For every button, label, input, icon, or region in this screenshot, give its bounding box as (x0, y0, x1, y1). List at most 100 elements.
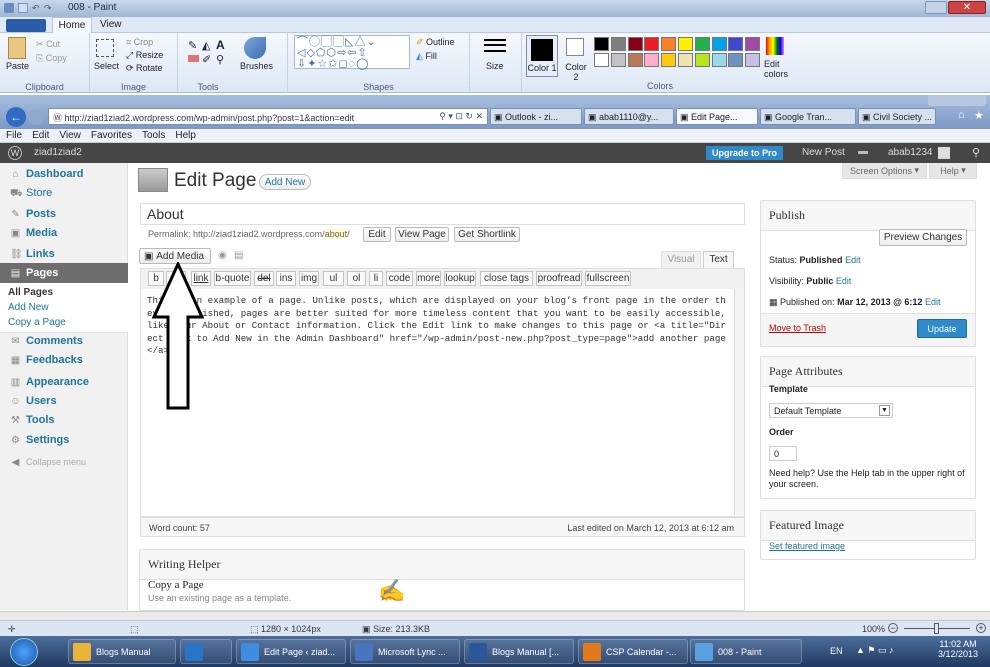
brushes-button[interactable]: Brushes (240, 61, 273, 71)
quicktag-ol[interactable]: ol (347, 271, 366, 286)
sidebar-item-tools[interactable]: ⚒ Tools (0, 411, 128, 429)
crop-button[interactable]: ⌗ Crop (126, 37, 153, 48)
palette-swatch[interactable] (661, 53, 677, 67)
fill-icon[interactable]: ◭ (202, 39, 210, 52)
size-icon[interactable] (484, 39, 506, 41)
palette-swatch[interactable] (610, 53, 626, 67)
template-select[interactable]: Default Template ▼ (769, 403, 893, 418)
redo-icon[interactable]: ↷ (44, 3, 54, 13)
palette-swatch[interactable] (728, 53, 744, 67)
paint-menu-button[interactable] (6, 19, 46, 32)
taskbar-item[interactable]: Blogs Manual [... (464, 639, 574, 664)
text-icon[interactable]: A (216, 38, 225, 52)
palette-swatch[interactable] (745, 53, 761, 67)
submenu-add-new[interactable]: Add New (8, 302, 49, 313)
quicktag-fullscreen[interactable]: fullscreen (585, 271, 631, 286)
palette-swatch[interactable] (694, 53, 710, 67)
color2-button[interactable]: Color 2 (562, 35, 590, 82)
poll-icon[interactable]: ◉ (218, 250, 227, 261)
brushes-icon[interactable] (244, 37, 266, 59)
size-button[interactable]: Size (486, 61, 504, 71)
select-icon[interactable] (96, 39, 114, 57)
status-edit-link[interactable]: Edit (845, 255, 861, 265)
copy-page-title[interactable]: Copy a Page (148, 579, 204, 591)
editor-scrollbar[interactable] (734, 289, 744, 515)
zoom-out-button[interactable]: − (888, 623, 898, 633)
sidebar-item-media[interactable]: ▣ Media (0, 224, 128, 242)
minimize-button[interactable] (925, 1, 947, 14)
get-shortlink-button[interactable]: Get Shortlink (454, 227, 520, 242)
form-icon[interactable]: ▤ (234, 250, 243, 261)
close-button[interactable]: ✕ (948, 1, 986, 14)
edit-colors-button[interactable]: Edit colors (764, 59, 794, 79)
browser-tab[interactable]: ▣ abab1110@y... (584, 108, 674, 125)
paint-app-icon[interactable] (4, 3, 14, 13)
shapes-gallery[interactable]: ⌒◯▢▢◺△⌄ ◁◇⬠⬡⇨⇦⇧ ⇩✦☆✩◻◌◯ (294, 35, 410, 70)
copy-button[interactable]: ⎘ Copy (36, 53, 67, 64)
resize-button[interactable]: ⤢ Resize (126, 50, 163, 61)
tab-text[interactable]: Text (703, 251, 734, 268)
palette-swatch[interactable] (694, 37, 710, 51)
tab-view[interactable]: View (100, 19, 122, 30)
quicktag-close-tags[interactable]: close tags (480, 271, 533, 286)
taskbar-item[interactable]: Edit Page ‹ ziad... (236, 639, 346, 664)
browser-window-controls[interactable] (928, 95, 986, 106)
permalink-edit-button[interactable]: Edit (363, 227, 391, 242)
upgrade-button[interactable]: Upgrade to Pro (706, 146, 784, 160)
view-page-button[interactable]: View Page (395, 227, 449, 242)
palette-swatch[interactable] (594, 53, 609, 67)
home-icon[interactable]: ⌂ (958, 109, 965, 121)
rotate-button[interactable]: ⟳ Rotate (126, 63, 163, 74)
palette-swatch[interactable] (644, 37, 660, 51)
menu-tools[interactable]: Tools (142, 130, 165, 141)
magnifier-icon[interactable]: ⚲ (216, 53, 224, 66)
address-bar[interactable]: Ⓦ http://ziad1ziad2.wordpress.com/wp-adm… (48, 108, 488, 125)
sidebar-item-appearance[interactable]: ▥ Appearance (0, 373, 128, 391)
forward-button[interactable] (28, 109, 44, 125)
start-button[interactable] (10, 638, 38, 666)
quicktag-b-quote[interactable]: b-quote (214, 271, 251, 286)
language-indicator[interactable]: EN (830, 646, 843, 656)
back-button[interactable]: ← (6, 107, 26, 127)
taskbar-item[interactable]: 008 - Paint (690, 639, 802, 664)
tab-visual[interactable]: Visual (661, 251, 701, 268)
paste-icon[interactable] (8, 37, 26, 59)
palette-swatch[interactable] (644, 53, 660, 67)
notifications-icon[interactable]: ▬ (858, 146, 868, 157)
palette-swatch[interactable] (610, 37, 626, 51)
taskbar-item[interactable]: CSP Calendar -... (578, 639, 688, 664)
taskbar-item[interactable] (180, 639, 232, 664)
search-icon[interactable]: ⚲ (972, 146, 980, 159)
sidebar-item-settings[interactable]: ⚙ Settings (0, 431, 128, 449)
browser-tab[interactable]: ▣ Outlook - zi... (490, 108, 582, 125)
browser-tab[interactable]: ▣ Civil Society ... (858, 108, 936, 125)
quicktag-ul[interactable]: ul (323, 271, 344, 286)
sidebar-item-links[interactable]: ⛓ Links (0, 245, 128, 263)
menu-favorites[interactable]: Favorites (91, 130, 132, 141)
palette-swatch[interactable] (711, 37, 727, 51)
palette-swatch[interactable] (678, 53, 693, 67)
update-button[interactable]: Update (917, 319, 967, 338)
palette-swatch[interactable] (678, 37, 693, 51)
menu-help[interactable]: Help (175, 130, 196, 141)
horizontal-scrollbar[interactable] (0, 611, 990, 620)
browser-tab[interactable]: ▣ Google Tran... (760, 108, 856, 125)
zoom-in-button[interactable]: + (976, 623, 986, 633)
menu-edit[interactable]: Edit (32, 130, 49, 141)
order-input[interactable]: 0 (769, 446, 797, 461)
editor-area[interactable]: This is an example of a page. Unlike pos… (140, 289, 745, 517)
sidebar-item-comments[interactable]: ✉ Comments (0, 332, 128, 350)
save-icon[interactable] (18, 3, 28, 13)
help-tab[interactable]: Help ▾ (929, 163, 977, 179)
menu-view[interactable]: View (59, 130, 81, 141)
taskbar-item[interactable]: Blogs Manual (68, 639, 176, 664)
submenu-copy-page[interactable]: Copy a Page (8, 317, 66, 328)
screen-options-tab[interactable]: Screen Options ▾ (842, 163, 927, 179)
quicktag-ins[interactable]: ins (276, 271, 296, 286)
zoom-slider-thumb[interactable] (934, 623, 939, 634)
submenu-all-pages[interactable]: All Pages (8, 287, 53, 298)
quicktag-del[interactable]: del (254, 271, 274, 286)
menu-file[interactable]: File (6, 130, 22, 141)
sidebar-item-posts[interactable]: ✎ Posts (0, 205, 128, 223)
color1-button[interactable]: Color 1 (526, 35, 558, 77)
